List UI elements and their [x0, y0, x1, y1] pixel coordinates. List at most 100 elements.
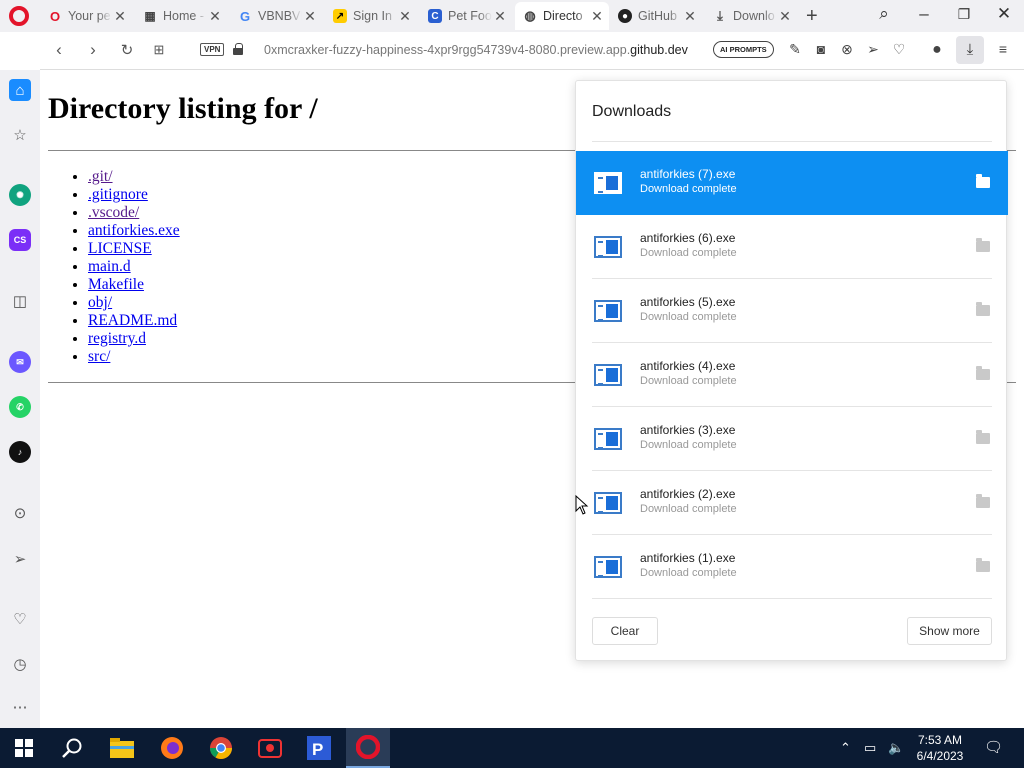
profile-icon[interactable]: ●: [927, 41, 947, 59]
entry-link[interactable]: main.d: [88, 258, 131, 275]
volume-muted-icon[interactable]: 🔈: [888, 740, 904, 756]
entry-link[interactable]: Makefile: [88, 276, 144, 293]
downloads-button[interactable]: ⤓: [956, 36, 984, 64]
download-item[interactable]: antiforkies (3).exe Download complete: [576, 407, 1008, 471]
pycharm-icon[interactable]: P: [305, 734, 333, 762]
tabs-overview-icon[interactable]: ⊞: [148, 42, 170, 58]
download-item[interactable]: antiforkies (1).exe Download complete: [576, 535, 1008, 599]
system-clock[interactable]: 7:53 AM 6/4/2023: [910, 732, 970, 764]
url-field[interactable]: 0xmcraxker-fuzzy-happiness-4xpr9rgg54739…: [264, 43, 688, 57]
close-icon[interactable]: ✕: [492, 8, 508, 25]
c-icon: C: [428, 9, 442, 23]
list-item: .git/: [88, 168, 180, 186]
tab-3[interactable]: G VBNBVI ✕: [230, 2, 322, 30]
lock-icon[interactable]: [233, 43, 243, 55]
heart-sidebar-icon[interactable]: ♡: [9, 608, 31, 630]
chatsonic-icon[interactable]: CS: [9, 229, 31, 251]
whatsapp-icon[interactable]: ✆: [9, 396, 31, 418]
list-item: README.md: [88, 312, 180, 330]
download-item[interactable]: antiforkies (6).exe Download complete: [576, 215, 1008, 279]
new-tab-button[interactable]: +: [806, 5, 818, 28]
entry-link[interactable]: src/: [88, 348, 110, 365]
download-item[interactable]: antiforkies (4).exe Download complete: [576, 343, 1008, 407]
download-item[interactable]: antiforkies (2).exe Download complete: [576, 471, 1008, 535]
firefox-icon[interactable]: [158, 734, 186, 762]
camera-icon[interactable]: ◙: [811, 41, 831, 57]
star-icon[interactable]: ☆: [9, 124, 31, 146]
easy-setup-icon[interactable]: ≡: [993, 41, 1013, 57]
close-icon[interactable]: ✕: [397, 8, 413, 25]
heart-icon[interactable]: ♡: [889, 41, 909, 58]
close-icon[interactable]: ✕: [589, 8, 605, 25]
clear-button[interactable]: Clear: [592, 617, 658, 645]
search-tabs-icon[interactable]: ⌕: [872, 4, 896, 24]
tab-4[interactable]: ↗ Sign In ✕: [325, 2, 417, 30]
entry-link[interactable]: .gitignore: [88, 186, 148, 203]
player-icon[interactable]: ⊙: [9, 502, 31, 524]
block-icon[interactable]: ⊗: [837, 41, 857, 58]
windows-start-icon[interactable]: [10, 734, 38, 762]
notifications-icon[interactable]: 🗨: [984, 738, 1003, 756]
download-item[interactable]: antiforkies (5).exe Download complete: [576, 279, 1008, 343]
minimize-button[interactable]: –: [912, 4, 936, 24]
tab-8[interactable]: ⤓ Downlo ✕: [705, 2, 797, 30]
close-window-button[interactable]: ✕: [992, 4, 1016, 24]
file-explorer-icon[interactable]: [108, 734, 136, 762]
vpn-badge[interactable]: VPN: [200, 43, 225, 56]
close-icon[interactable]: ✕: [777, 8, 793, 25]
close-icon[interactable]: ✕: [207, 8, 223, 25]
close-icon[interactable]: ✕: [302, 8, 318, 25]
taskbar: P ⌃ ▭ 🔈 7:53 AM 6/4/2023 🗨: [0, 728, 1024, 768]
messenger-icon[interactable]: ✉: [9, 351, 31, 373]
tab-5[interactable]: C Pet Foo ✕: [420, 2, 512, 30]
send-sidebar-icon[interactable]: ➢: [9, 548, 31, 570]
entry-link[interactable]: registry.d: [88, 330, 146, 347]
entry-link[interactable]: obj/: [88, 294, 112, 311]
opera-menu-icon[interactable]: [9, 6, 29, 26]
list-item: registry.d: [88, 330, 180, 348]
close-icon[interactable]: ✕: [682, 8, 698, 25]
folder-icon[interactable]: [976, 430, 990, 444]
folder-icon[interactable]: [976, 366, 990, 380]
tab-6-active[interactable]: ◍ Directo ✕: [515, 2, 609, 30]
entry-link[interactable]: .vscode/: [88, 204, 139, 221]
send-icon[interactable]: ➢: [863, 41, 883, 58]
folder-icon[interactable]: [976, 558, 990, 572]
restore-button[interactable]: ❐: [952, 6, 976, 23]
entry-link[interactable]: .git/: [88, 168, 113, 185]
reload-button[interactable]: ↻: [116, 41, 138, 59]
tab-7[interactable]: ● GitHub ✕: [610, 2, 702, 30]
folder-icon[interactable]: [976, 238, 990, 252]
tab-title: GitHub: [638, 9, 677, 23]
edit-icon[interactable]: ✎: [785, 41, 805, 58]
tab-2[interactable]: ▦ Home - ✕: [135, 2, 227, 30]
list-item: obj/: [88, 294, 180, 312]
more-icon[interactable]: ⋯: [9, 696, 31, 718]
search-icon[interactable]: [58, 734, 86, 762]
recorder-icon[interactable]: [256, 734, 284, 762]
chrome-icon[interactable]: [207, 734, 235, 762]
entry-link[interactable]: README.md: [88, 312, 177, 329]
close-icon[interactable]: ✕: [112, 8, 128, 25]
folder-icon[interactable]: [976, 302, 990, 316]
mouse-cursor-icon: [575, 495, 589, 515]
chatgpt-icon[interactable]: ✺: [9, 184, 31, 206]
tab-1[interactable]: O Your pe ✕: [40, 2, 132, 30]
folder-icon[interactable]: [976, 174, 990, 188]
ai-prompts-button[interactable]: AI PROMPTS: [713, 41, 774, 58]
show-more-button[interactable]: Show more: [907, 617, 992, 645]
entry-link[interactable]: LICENSE: [88, 240, 152, 257]
history-icon[interactable]: ◷: [9, 653, 31, 675]
entry-link[interactable]: antiforkies.exe: [88, 222, 180, 239]
home-icon[interactable]: ⌂: [9, 79, 31, 101]
tiktok-icon[interactable]: ♪: [9, 441, 31, 463]
download-item-selected[interactable]: antiforkies (7).exe Download complete: [576, 151, 1008, 215]
folder-icon[interactable]: [976, 494, 990, 508]
network-icon[interactable]: ▭: [864, 740, 876, 756]
back-button[interactable]: ‹: [48, 40, 70, 60]
shopping-bag-icon[interactable]: ◫: [9, 290, 31, 312]
forward-button[interactable]: ›: [82, 40, 104, 60]
opera-taskbar-icon[interactable]: [346, 728, 390, 768]
exe-file-icon: [594, 300, 622, 322]
chevron-up-icon[interactable]: ⌃: [840, 740, 851, 756]
